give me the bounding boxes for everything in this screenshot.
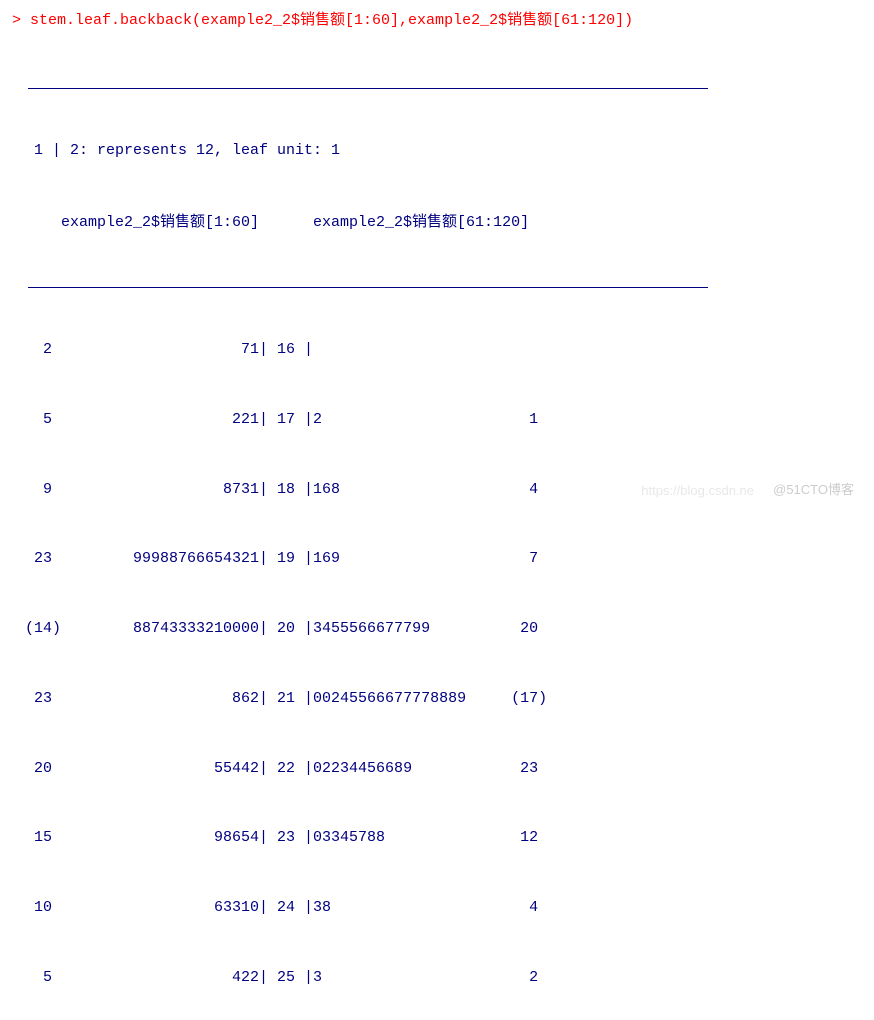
header-columns: example2_2$销售额[1:60] example2_2$销售额[61:1… [16,211,862,234]
data-row: 5 422| 25 |3 2 [16,966,862,989]
data-row: 23 862| 21 |00245566677778889 (17) [16,687,862,710]
data-row: 10 63310| 24 |38 4 [16,896,862,919]
header-represents: 1 | 2: represents 12, leaf unit: 1 [16,139,862,162]
data-row: (14) 88743333210000| 20 |3455566677799 2… [16,617,862,640]
separator-header [28,287,708,288]
data-row: 20 55442| 22 |02234456689 23 [16,757,862,780]
data-row: 5 221| 17 |2 1 [16,408,862,431]
watermark-csdn: https://blog.csdn.ne [641,483,754,498]
data-row: 15 98654| 23 |03345788 12 [16,826,862,849]
separator-top [28,88,708,89]
stem-leaf-output: 1 | 2: represents 12, leaf unit: 1 examp… [12,37,862,1020]
data-row: 2 71| 16 | [16,338,862,361]
r-command-line: > stem.leaf.backback(example2_2$销售额[1:60… [12,8,862,29]
data-row: 23 99988766654321| 19 |169 7 [16,547,862,570]
watermark-51cto: @51CTO博客 [773,479,854,498]
